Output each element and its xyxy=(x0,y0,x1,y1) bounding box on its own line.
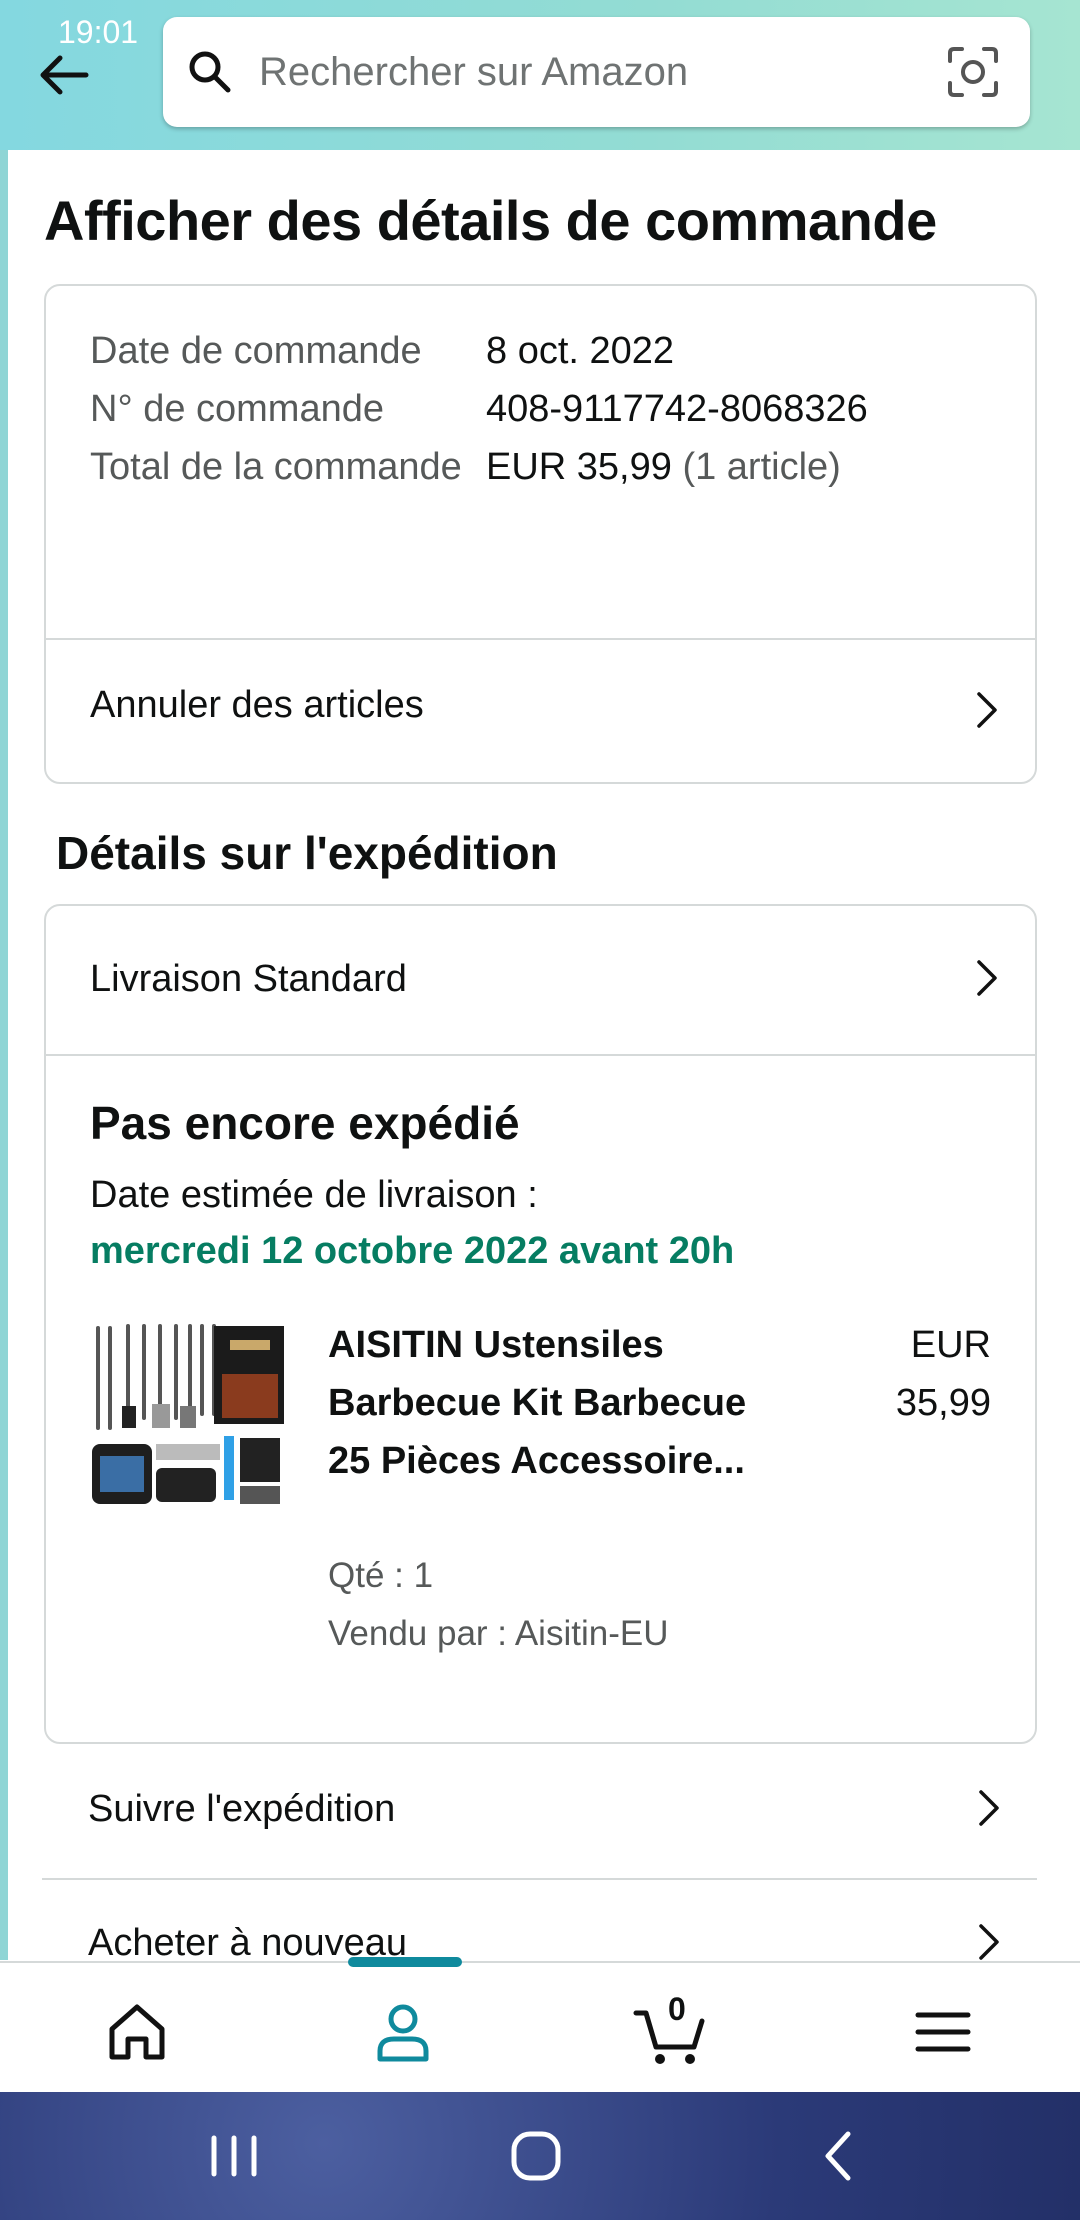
order-number-label: N° de commande xyxy=(90,388,384,430)
order-date-value: 8 oct. 2022 xyxy=(486,330,675,372)
search-box[interactable] xyxy=(163,17,1030,127)
order-total-label: Total de la commande xyxy=(90,446,462,488)
system-back-icon[interactable] xyxy=(810,2126,870,2186)
track-shipment-label: Suivre l'expédition xyxy=(88,1788,396,1830)
top-bar: 19:01 xyxy=(0,0,1080,150)
camera-lens-icon[interactable] xyxy=(946,45,1000,99)
cancel-items-link[interactable]: Annuler des articles xyxy=(46,640,1035,782)
order-total-value: EUR 35,99 (1 article) xyxy=(486,438,841,496)
system-nav-bar xyxy=(0,2092,1080,2220)
order-info-grid: Date de commande 8 oct. 2022 N° de comma… xyxy=(90,322,1010,496)
shipment-section-title: Détails sur l'expédition xyxy=(56,827,558,879)
home-button-icon[interactable] xyxy=(506,2126,566,2186)
order-total-row: Total de la commande EUR 35,99 (1 articl… xyxy=(90,438,1010,496)
search-input[interactable] xyxy=(259,39,899,105)
product-quantity: Qté : 1 xyxy=(328,1556,434,1595)
delivery-method-label: Livraison Standard xyxy=(90,958,407,1000)
cart-count: 0 xyxy=(668,1991,686,2027)
order-date-row: Date de commande 8 oct. 2022 xyxy=(90,322,1010,380)
product-price: EUR 35,99 xyxy=(896,1316,991,1432)
order-date-label: Date de commande xyxy=(90,330,422,372)
order-total-count: (1 article) xyxy=(682,446,841,488)
page-title: Afficher des détails de commande xyxy=(44,189,937,252)
eta-label: Date estimée de livraison : xyxy=(90,1174,538,1216)
delivery-method-link[interactable]: Livraison Standard xyxy=(46,906,1035,1054)
menu-icon[interactable] xyxy=(908,1997,978,2067)
track-shipment-link[interactable]: Suivre l'expédition xyxy=(42,1742,1037,1880)
account-icon[interactable] xyxy=(368,1997,438,2067)
search-icon xyxy=(189,51,231,93)
order-total-amount: EUR 35,99 xyxy=(486,446,672,488)
eta-date: mercredi 12 octobre 2022 avant 20h xyxy=(90,1230,735,1272)
shipment-card: Livraison Standard Pas encore expédié Da… xyxy=(44,904,1037,1744)
shipment-status: Pas encore expédié xyxy=(90,1097,520,1149)
chevron-right-icon xyxy=(977,692,997,728)
active-tab-indicator xyxy=(348,1957,462,1967)
product-seller: Vendu par : Aisitin-EU xyxy=(328,1614,669,1653)
divider xyxy=(46,1054,1035,1056)
order-number-value: 408-9117742-8068326 xyxy=(486,388,868,430)
back-arrow-icon[interactable] xyxy=(30,40,100,110)
product-title[interactable]: AISITIN Ustensiles Barbecue Kit Barbecue… xyxy=(328,1316,748,1490)
home-icon[interactable] xyxy=(102,1997,172,2067)
price-amount: 35,99 xyxy=(895,1382,991,1424)
cancel-items-label: Annuler des articles xyxy=(90,684,424,726)
price-currency: EUR xyxy=(910,1324,991,1366)
chevron-right-icon xyxy=(979,1790,999,1826)
product-image[interactable] xyxy=(90,1318,286,1514)
order-number-row: N° de commande 408-9117742-8068326 xyxy=(90,380,1010,438)
recent-apps-icon[interactable] xyxy=(204,2126,264,2186)
order-info-card: Date de commande 8 oct. 2022 N° de comma… xyxy=(44,284,1037,784)
chevron-right-icon xyxy=(977,960,997,996)
chevron-right-icon xyxy=(979,1924,999,1960)
side-strip xyxy=(0,150,8,1960)
bottom-nav: 0 xyxy=(0,1957,1080,2092)
